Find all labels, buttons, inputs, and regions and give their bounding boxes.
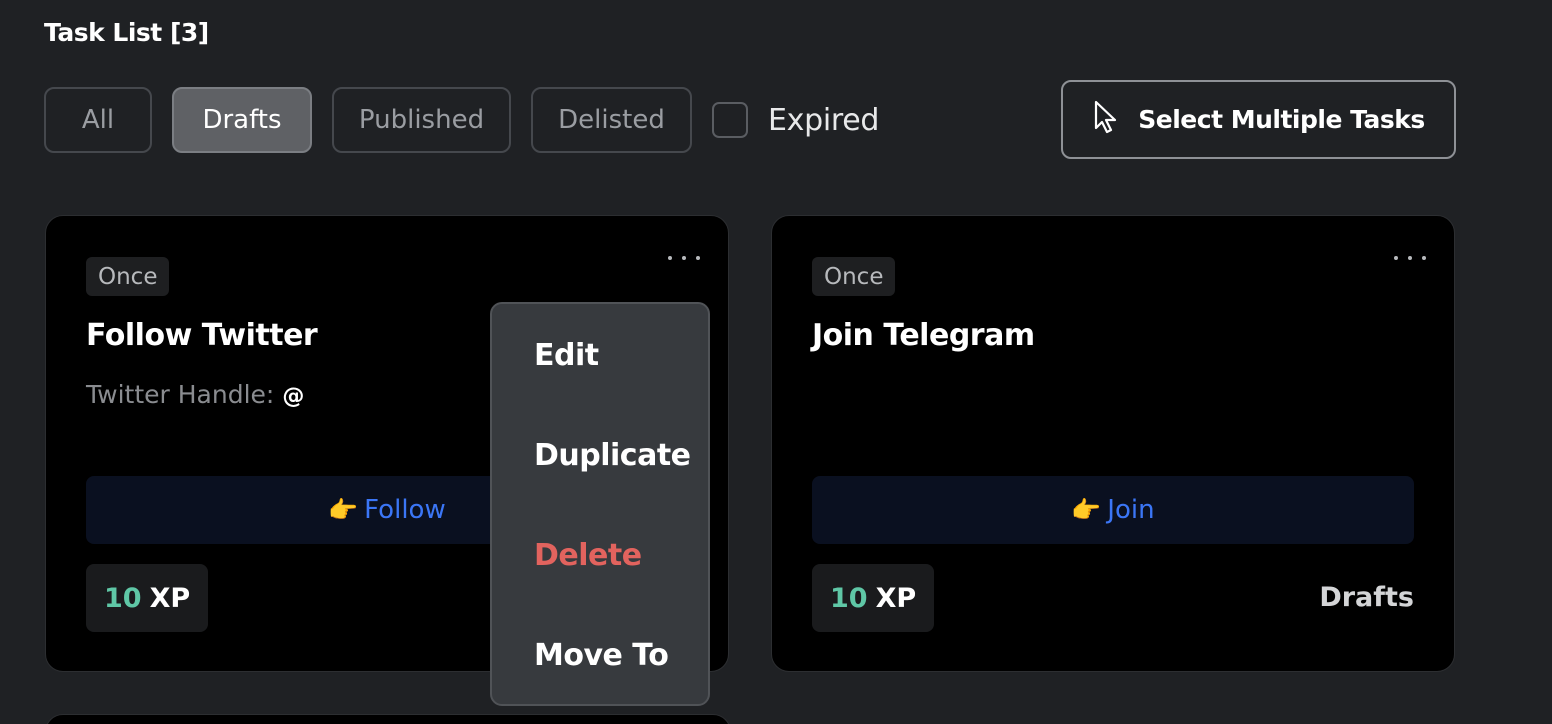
frequency-badge: Once	[86, 257, 170, 296]
follow-button-label: Follow	[364, 495, 446, 525]
task-context-menu: Edit Duplicate Delete Move To	[490, 302, 710, 706]
frequency-badge: Once	[812, 257, 896, 296]
status-label: Drafts	[1319, 582, 1414, 613]
pointing-hand-icon: 👉	[328, 496, 359, 524]
more-options-icon[interactable]	[1394, 246, 1426, 270]
xp-reward: 10 XP	[812, 564, 935, 632]
pointing-hand-icon: 👉	[1071, 496, 1102, 524]
expired-label: Expired	[768, 102, 880, 138]
more-options-icon[interactable]	[668, 246, 700, 270]
xp-value: 10	[830, 582, 868, 614]
xp-unit: XP	[875, 582, 917, 614]
cursor-arrow-icon	[1092, 99, 1120, 141]
task-detail: Twitter Handle: @	[86, 380, 304, 409]
expired-checkbox[interactable]	[712, 102, 748, 138]
filter-tab-delisted[interactable]: Delisted	[531, 87, 692, 153]
select-multiple-tasks-button[interactable]: Select Multiple Tasks	[1061, 80, 1456, 159]
menu-item-delete[interactable]: Delete	[534, 538, 642, 573]
xp-value: 10	[104, 582, 142, 614]
join-button[interactable]: 👉 Join	[812, 476, 1414, 544]
menu-item-move-to[interactable]: Move To	[534, 638, 669, 673]
filter-tab-published[interactable]: Published	[332, 87, 511, 153]
menu-item-edit[interactable]: Edit	[534, 338, 599, 373]
filter-tab-all[interactable]: All	[44, 87, 152, 153]
twitter-handle-label: Twitter Handle:	[86, 380, 275, 409]
task-card-partial	[45, 714, 731, 724]
join-button-label: Join	[1107, 495, 1155, 525]
menu-item-duplicate[interactable]: Duplicate	[534, 438, 691, 473]
xp-reward: 10 XP	[86, 564, 209, 632]
task-card-join-telegram: Once Join Telegram 👉 Join 10 XP Drafts	[771, 215, 1455, 672]
select-multiple-label: Select Multiple Tasks	[1138, 105, 1425, 134]
filter-tab-drafts[interactable]: Drafts	[172, 87, 312, 153]
expired-filter[interactable]: Expired	[712, 100, 879, 140]
task-title: Follow Twitter	[86, 318, 318, 353]
task-list-page: Task List [3] All Drafts Published Delis…	[0, 0, 1552, 724]
xp-unit: XP	[149, 582, 191, 614]
task-title: Join Telegram	[812, 318, 1035, 353]
page-title: Task List [3]	[44, 18, 209, 47]
twitter-handle-value: @	[282, 384, 305, 409]
